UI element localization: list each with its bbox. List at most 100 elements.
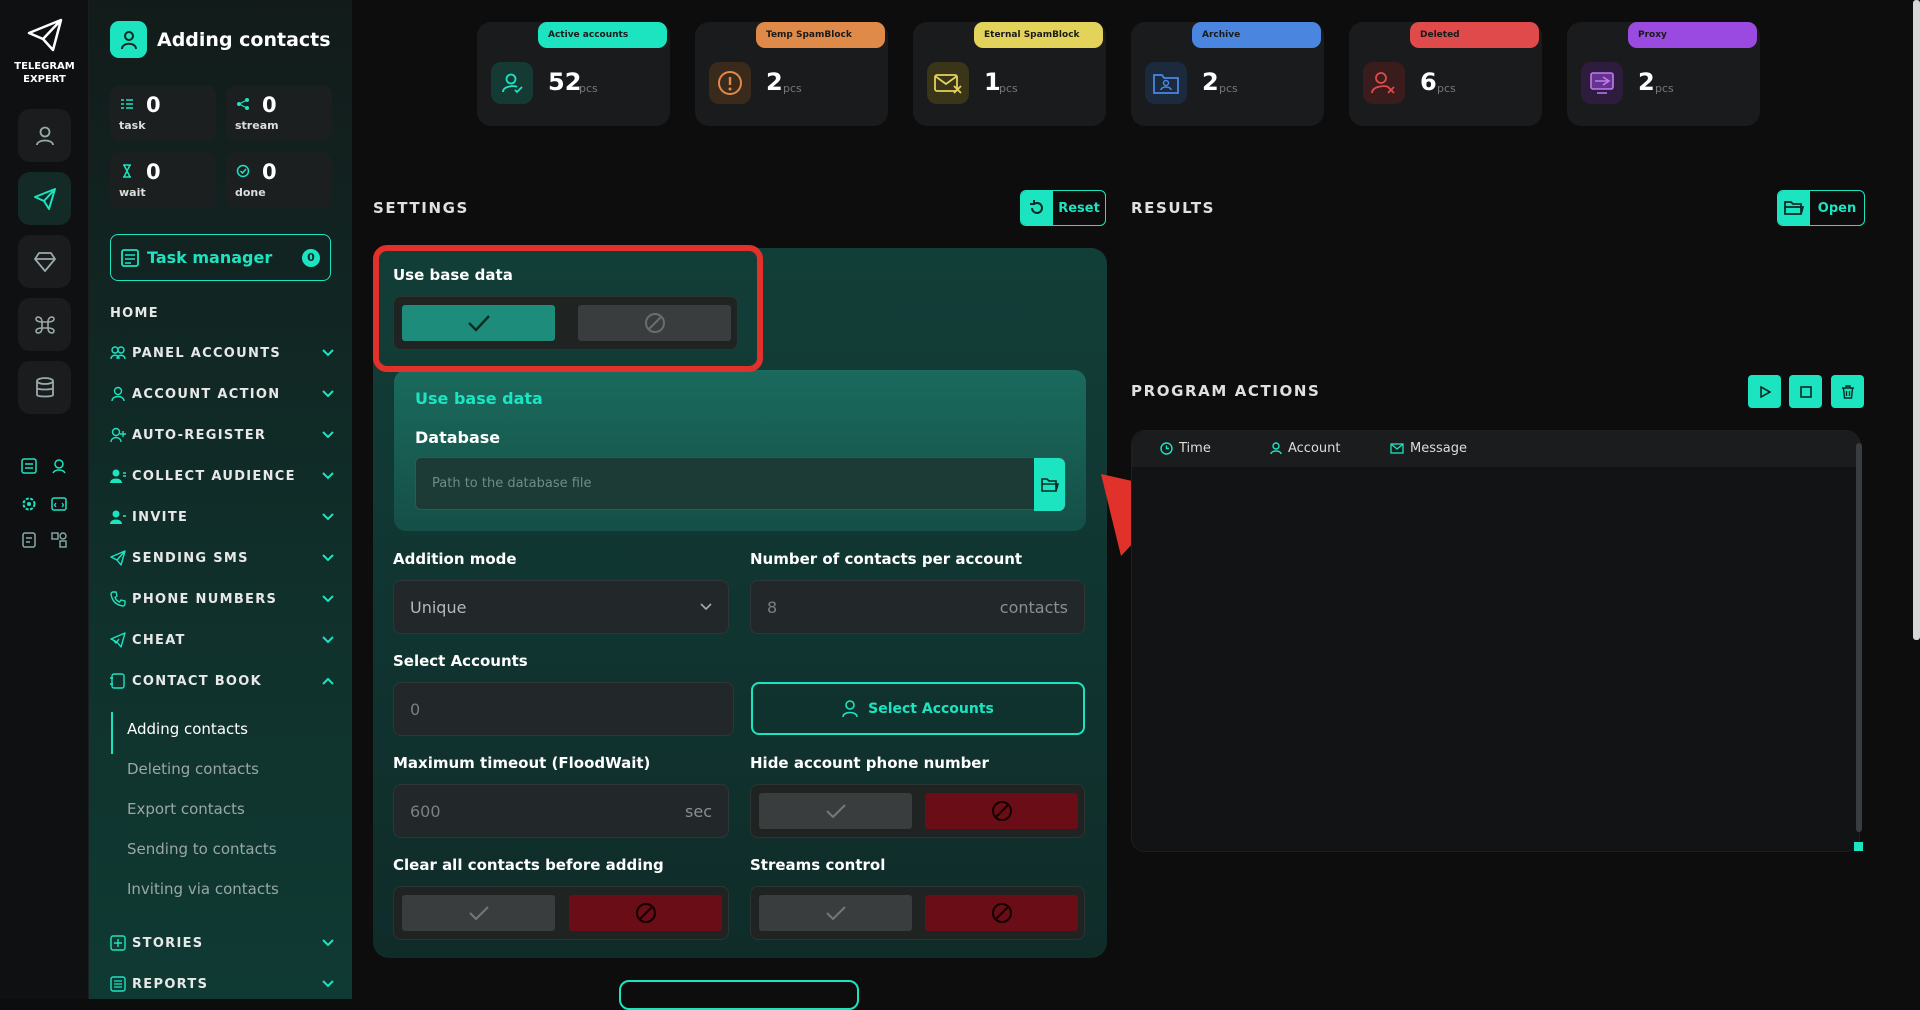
pill-proxy: Proxy bbox=[1628, 22, 1757, 48]
nav-invite[interactable]: INVITE bbox=[110, 505, 335, 529]
stat-label: done bbox=[235, 186, 266, 199]
report-icon bbox=[110, 976, 126, 992]
chevron-down-icon bbox=[322, 472, 334, 480]
nav-sending-sms[interactable]: SENDING SMS bbox=[110, 546, 335, 570]
shapes-icon[interactable] bbox=[49, 530, 69, 550]
hourglass-icon bbox=[123, 164, 131, 178]
plus-square-icon bbox=[110, 935, 126, 951]
hide-phone-toggle[interactable] bbox=[750, 784, 1085, 838]
contacts-per-account-input[interactable]: 8 contacts bbox=[750, 580, 1085, 634]
rail-premium-button[interactable] bbox=[18, 235, 71, 288]
list-icon[interactable] bbox=[19, 456, 39, 476]
user-check-icon bbox=[491, 62, 533, 104]
start-button[interactable] bbox=[619, 980, 859, 1010]
toggle-on-button[interactable] bbox=[759, 793, 912, 829]
reset-icon bbox=[1021, 191, 1053, 225]
chevron-down-icon bbox=[700, 603, 712, 611]
nav-label: CONTACT BOOK bbox=[132, 673, 263, 689]
nav-collect-audience[interactable]: COLLECT AUDIENCE bbox=[110, 464, 335, 488]
page-title: Adding contacts bbox=[157, 28, 331, 51]
streams-control-toggle[interactable] bbox=[750, 886, 1085, 940]
code-window-icon[interactable] bbox=[49, 494, 69, 514]
play-button[interactable] bbox=[1748, 375, 1781, 408]
nav-stories[interactable]: STORIES bbox=[110, 931, 335, 955]
reset-label: Reset bbox=[1058, 200, 1100, 216]
user-delete-icon bbox=[1363, 62, 1405, 104]
settings-icon[interactable] bbox=[19, 494, 39, 514]
folder-open-icon bbox=[1040, 477, 1059, 492]
page-scrollbar[interactable] bbox=[1913, 0, 1920, 640]
paper-plane-icon bbox=[27, 18, 62, 52]
select-accounts-label: Select Accounts bbox=[393, 652, 528, 670]
user-icon bbox=[1270, 442, 1282, 455]
chevron-down-icon bbox=[322, 349, 334, 357]
nav-phone-numbers[interactable]: PHONE NUMBERS bbox=[110, 587, 335, 611]
submenu-inviting-via-contacts[interactable]: Inviting via contacts bbox=[127, 880, 279, 898]
stop-button[interactable] bbox=[1789, 375, 1822, 408]
select-accounts-count[interactable]: 0 bbox=[393, 682, 734, 736]
clear-contacts-toggle[interactable] bbox=[393, 886, 729, 940]
submenu-adding-contacts[interactable]: Adding contacts bbox=[127, 720, 248, 738]
nav-panel-accounts[interactable]: PANEL ACCOUNTS bbox=[110, 341, 335, 365]
max-timeout-label: Maximum timeout (FloodWait) bbox=[393, 754, 651, 772]
clear-log-button[interactable] bbox=[1831, 375, 1864, 408]
trash-icon bbox=[1841, 384, 1854, 399]
submenu-export-contacts[interactable]: Export contacts bbox=[127, 800, 245, 818]
user-icon bbox=[35, 126, 54, 145]
browse-database-button[interactable] bbox=[1034, 458, 1065, 511]
chevron-down-icon bbox=[322, 431, 334, 439]
chevron-down-icon bbox=[322, 636, 334, 644]
select-accounts-value: 0 bbox=[410, 699, 421, 719]
rail-telegram-button[interactable] bbox=[18, 172, 71, 225]
rail-accounts-button[interactable] bbox=[18, 109, 71, 162]
nav-auto-register[interactable]: AUTO-REGISTER bbox=[110, 423, 335, 447]
chevron-up-icon bbox=[322, 677, 334, 685]
brand-line1: TELEGRAM bbox=[14, 61, 75, 72]
stream-icon bbox=[237, 98, 249, 110]
document-icon[interactable] bbox=[19, 530, 39, 550]
stat-value: 0 bbox=[262, 93, 277, 117]
card-unit: pcs bbox=[1655, 82, 1674, 95]
stat-value: 0 bbox=[146, 160, 161, 184]
rail-database-button[interactable] bbox=[18, 361, 71, 414]
clock-icon bbox=[1160, 442, 1173, 455]
reset-button[interactable]: Reset bbox=[1020, 190, 1106, 226]
toggle-off-button[interactable] bbox=[569, 895, 722, 931]
column-time[interactable]: Time bbox=[1160, 441, 1211, 456]
column-account[interactable]: Account bbox=[1270, 441, 1341, 456]
card-unit: pcs bbox=[579, 82, 598, 95]
toggle-off-button[interactable] bbox=[925, 895, 1078, 931]
submenu-sending-to-contacts[interactable]: Sending to contacts bbox=[127, 840, 277, 858]
nav-account-action[interactable]: ACCOUNT ACTION bbox=[110, 382, 335, 406]
max-timeout-input[interactable]: 600 sec bbox=[393, 784, 729, 838]
toggle-off-button[interactable] bbox=[925, 793, 1078, 829]
chevron-down-icon bbox=[322, 939, 334, 947]
nav-contact-book[interactable]: CONTACT BOOK bbox=[110, 669, 335, 693]
users-icon bbox=[110, 346, 126, 360]
toggle-on-button[interactable] bbox=[759, 895, 912, 931]
task-manager-button[interactable]: Task manager 0 bbox=[110, 234, 331, 281]
submenu-deleting-contacts[interactable]: Deleting contacts bbox=[127, 760, 259, 778]
nav-home[interactable]: HOME bbox=[110, 301, 335, 325]
location-user-icon[interactable] bbox=[49, 456, 69, 476]
stat-stream: 0 stream bbox=[226, 85, 332, 141]
addition-mode-select[interactable]: Unique bbox=[393, 580, 729, 634]
nav-label: SENDING SMS bbox=[132, 550, 249, 566]
database-path-field[interactable]: Path to the database file bbox=[415, 457, 1066, 511]
nav-cheat[interactable]: CHEAT bbox=[110, 628, 335, 652]
column-message[interactable]: Message bbox=[1390, 441, 1467, 456]
database-label: Database bbox=[415, 428, 501, 447]
max-timeout-value: 600 bbox=[410, 801, 441, 821]
send-check-icon bbox=[110, 632, 126, 648]
select-accounts-button[interactable]: Select Accounts bbox=[751, 682, 1085, 735]
resize-handle[interactable] bbox=[1854, 842, 1863, 851]
program-actions-title: PROGRAM ACTIONS bbox=[1131, 382, 1321, 400]
rail-command-button[interactable] bbox=[18, 298, 71, 351]
nav-reports[interactable]: REPORTS bbox=[110, 972, 335, 996]
toggle-on-button[interactable] bbox=[402, 895, 555, 931]
nav-label: COLLECT AUDIENCE bbox=[132, 468, 296, 484]
open-button[interactable]: Open bbox=[1777, 190, 1865, 226]
card-value: 6 bbox=[1420, 68, 1437, 96]
select-accounts-button-label: Select Accounts bbox=[868, 700, 994, 717]
log-scrollbar[interactable] bbox=[1856, 443, 1862, 832]
